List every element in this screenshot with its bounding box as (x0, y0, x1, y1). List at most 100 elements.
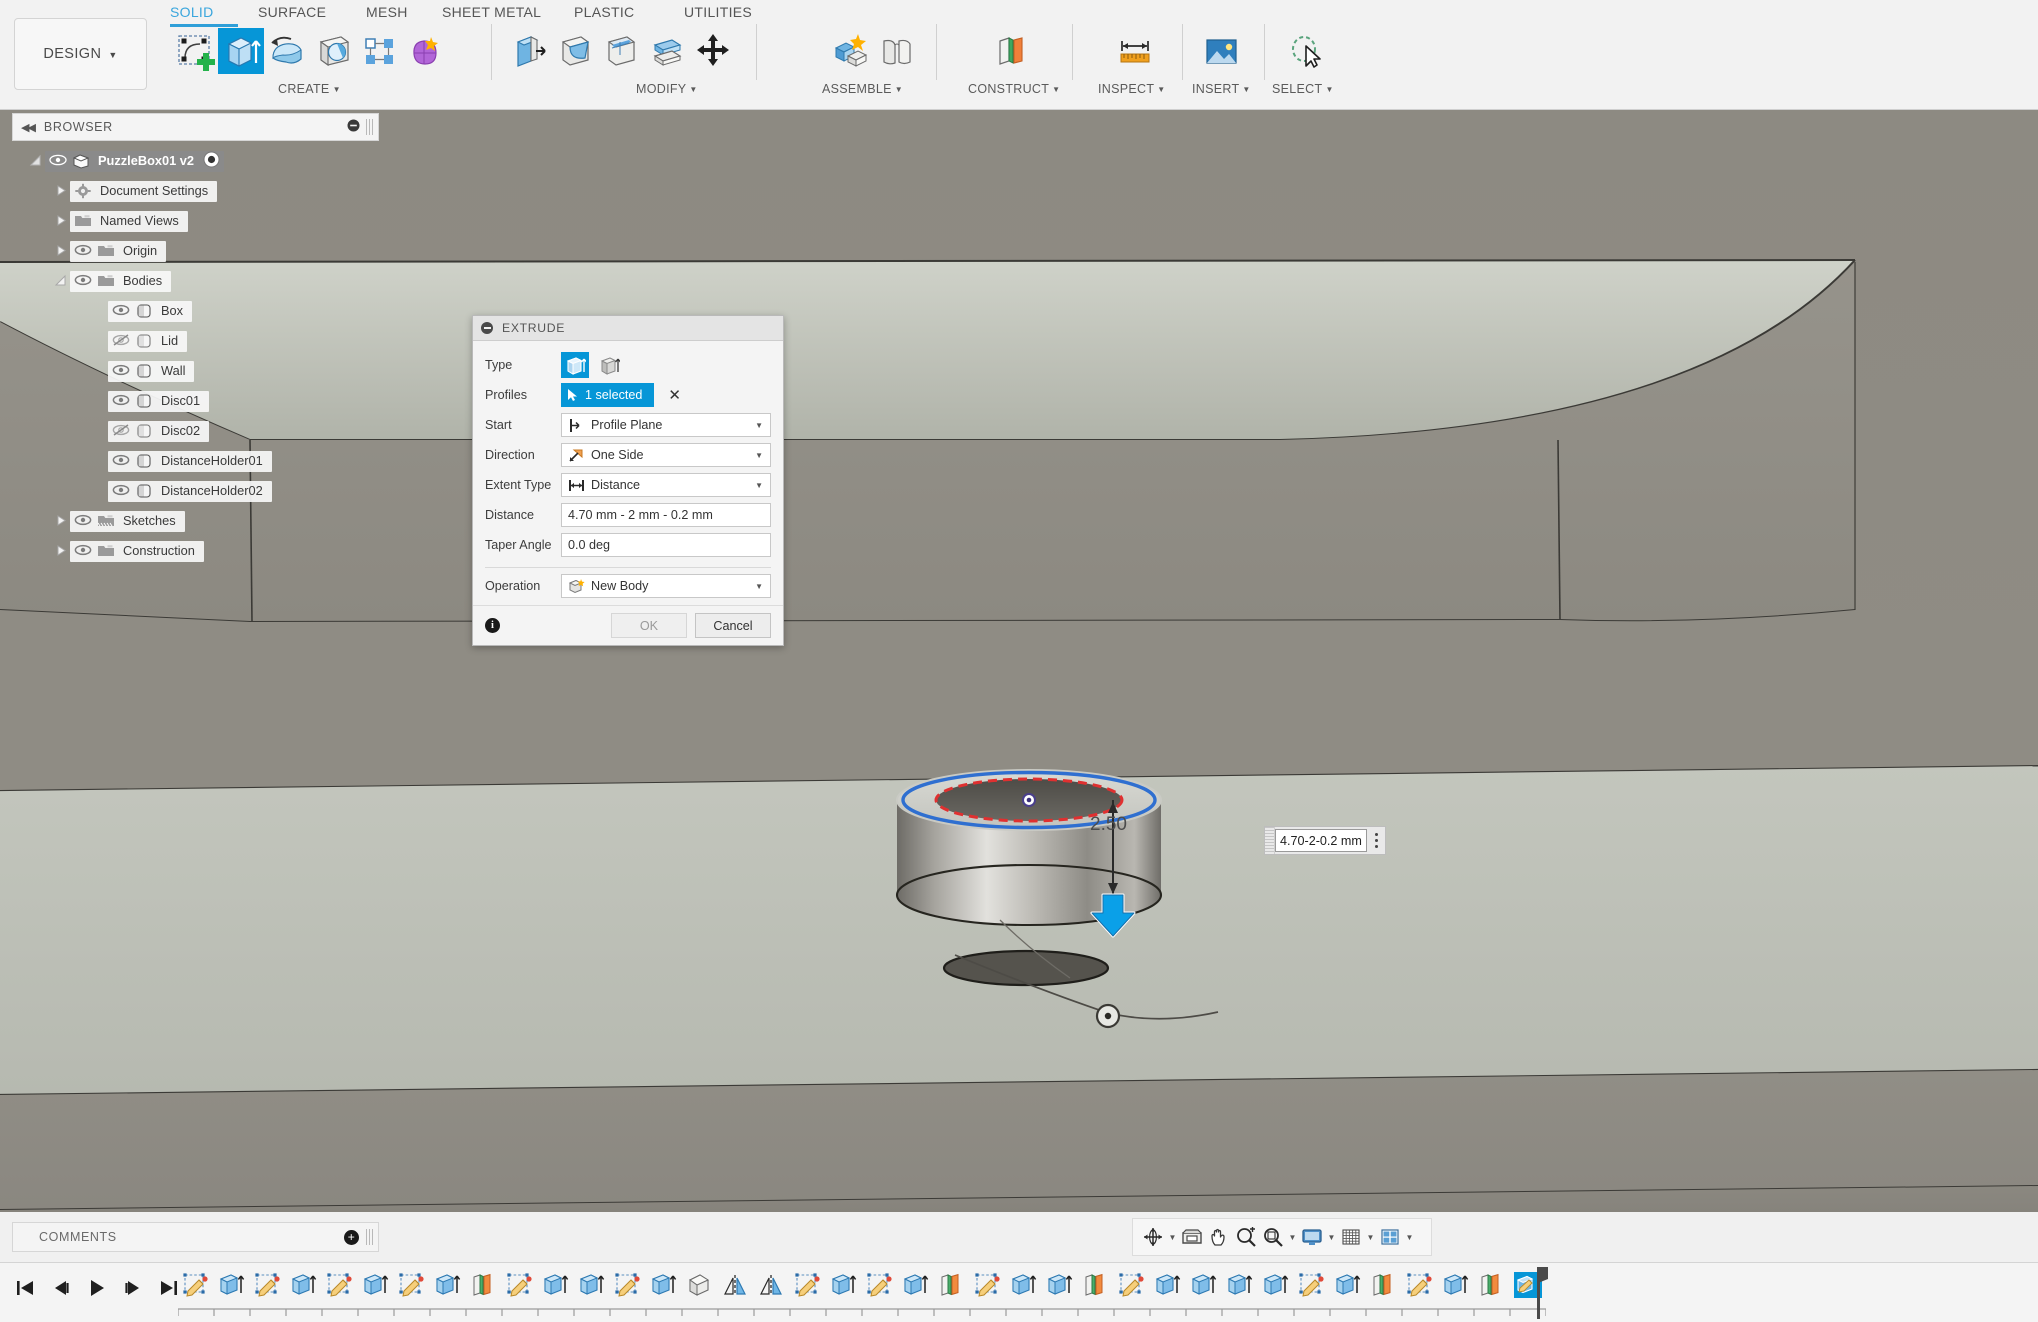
timeline-feature-28[interactable] (1186, 1267, 1222, 1307)
pattern-button[interactable] (356, 28, 402, 74)
timeline-end-marker[interactable] (1536, 1267, 1548, 1319)
expand-arrow-collapsed-icon[interactable] (54, 184, 70, 198)
grid-snaps-icon[interactable] (1338, 1224, 1364, 1250)
chevron-down-icon[interactable]: ▼ (755, 481, 763, 490)
construct-plane-button[interactable] (988, 28, 1034, 74)
tree-item-document-settings[interactable]: Document Settings (70, 180, 218, 202)
timeline-feature-4[interactable] (322, 1267, 358, 1307)
display-settings-icon[interactable] (1299, 1224, 1325, 1250)
timeline-feature-8[interactable] (466, 1267, 502, 1307)
activate-component-radio[interactable] (203, 151, 220, 171)
extrude-button[interactable] (218, 28, 264, 74)
collapse-left-icon[interactable]: ◀◀ (21, 121, 36, 134)
timeline-feature-36[interactable] (1474, 1267, 1510, 1307)
collapse-dialog-icon[interactable] (481, 322, 493, 334)
tab-surface[interactable]: SURFACE (258, 4, 326, 20)
browser-panel-header[interactable]: ◀◀ BROWSER (12, 113, 379, 141)
timeline-feature-24[interactable] (1042, 1267, 1078, 1307)
visibility-eye-icon[interactable] (112, 484, 132, 498)
zoom-caret-icon[interactable]: ▼ (1287, 1233, 1298, 1242)
timeline-feature-23[interactable] (1006, 1267, 1042, 1307)
tree-item-origin[interactable]: Origin (70, 240, 167, 262)
start-dropdown[interactable]: Profile Plane ▼ (561, 413, 771, 437)
add-comment-icon[interactable]: + (344, 1229, 359, 1245)
timeline-feature-32[interactable] (1330, 1267, 1366, 1307)
visibility-eye-icon[interactable] (74, 514, 94, 528)
tree-row[interactable]: Disc02 (12, 416, 382, 446)
timeline-feature-9[interactable] (502, 1267, 538, 1307)
step-back-icon[interactable] (44, 1271, 78, 1305)
timeline-feature-35[interactable] (1438, 1267, 1474, 1307)
tree-item-disc01[interactable]: Disc01 (108, 390, 210, 412)
direction-dropdown[interactable]: One Side ▼ (561, 443, 771, 467)
dimension-value-input[interactable] (1275, 829, 1367, 852)
visibility-eye-off-icon[interactable] (112, 424, 132, 438)
tree-row[interactable]: Box (12, 296, 382, 326)
timeline-feature-33[interactable] (1366, 1267, 1402, 1307)
tree-item-disc02[interactable]: Disc02 (108, 420, 210, 442)
tab-utilities[interactable]: UTILITIES (684, 4, 752, 20)
timeline-feature-26[interactable] (1114, 1267, 1150, 1307)
timeline-feature-18[interactable] (826, 1267, 862, 1307)
expand-arrow-collapsed-icon[interactable] (54, 544, 70, 558)
timeline-feature-2[interactable] (250, 1267, 286, 1307)
insert-image-button[interactable] (1198, 28, 1244, 74)
zoom-window-icon[interactable] (1260, 1224, 1286, 1250)
visibility-eye-icon[interactable] (112, 364, 132, 378)
move-copy-button[interactable] (690, 28, 736, 74)
tree-row[interactable]: Sketches (12, 506, 382, 536)
timeline-feature-10[interactable] (538, 1267, 574, 1307)
create-group-label[interactable]: CREATE ▼ (278, 82, 341, 96)
tree-item-sketches[interactable]: Sketches (70, 510, 185, 532)
insert-group-label[interactable]: INSERT ▼ (1192, 82, 1251, 96)
timeline-feature-22[interactable] (970, 1267, 1006, 1307)
timeline-feature-5[interactable] (358, 1267, 394, 1307)
tab-mesh[interactable]: MESH (366, 4, 408, 20)
visibility-eye-icon[interactable] (112, 304, 132, 318)
timeline-feature-13[interactable] (646, 1267, 682, 1307)
visibility-eye-icon[interactable] (112, 394, 132, 408)
grid-caret-icon[interactable]: ▼ (1365, 1233, 1376, 1242)
type-thin-button[interactable] (595, 352, 623, 378)
tree-row[interactable]: Disc01 (12, 386, 382, 416)
ok-button[interactable]: OK (611, 613, 687, 638)
visibility-eye-icon[interactable] (74, 544, 94, 558)
clear-selection-icon[interactable]: ✕ (668, 388, 681, 403)
step-forward-icon[interactable] (116, 1271, 150, 1305)
timeline-feature-0[interactable] (178, 1267, 214, 1307)
timeline-feature-7[interactable] (430, 1267, 466, 1307)
timeline-feature-19[interactable] (862, 1267, 898, 1307)
cancel-button[interactable]: Cancel (695, 613, 771, 638)
workspace-switcher-button[interactable]: DESIGN ▼ (14, 18, 147, 90)
timeline-feature-31[interactable] (1294, 1267, 1330, 1307)
sweep-button[interactable] (310, 28, 356, 74)
construct-group-label[interactable]: CONSTRUCT ▼ (968, 82, 1060, 96)
create-sketch-button[interactable] (172, 28, 218, 74)
timeline-feature-20[interactable] (898, 1267, 934, 1307)
tree-row[interactable]: Named Views (12, 206, 382, 236)
expand-arrow-expanded-icon[interactable] (54, 274, 70, 288)
new-component-button[interactable] (828, 28, 874, 74)
tree-item-distanceholder01[interactable]: DistanceHolder01 (108, 450, 272, 472)
pan-icon[interactable] (1206, 1224, 1232, 1250)
tab-plastic[interactable]: PLASTIC (574, 4, 634, 20)
tree-row[interactable]: Wall (12, 356, 382, 386)
revolve-button[interactable] (264, 28, 310, 74)
create-form-button[interactable] (402, 28, 448, 74)
type-solid-button[interactable] (561, 352, 589, 378)
select-group-label[interactable]: SELECT ▼ (1272, 82, 1334, 96)
timeline-feature-27[interactable] (1150, 1267, 1186, 1307)
timeline-feature-15[interactable] (718, 1267, 754, 1307)
comments-panel-header[interactable]: COMMENTS + (12, 1222, 379, 1252)
extrude-dialog[interactable]: EXTRUDE Type Profiles 1 selected ✕ Start… (472, 315, 784, 646)
timeline-feature-17[interactable] (790, 1267, 826, 1307)
distance-input[interactable]: 4.70 mm - 2 mm - 0.2 mm (561, 503, 771, 527)
info-icon[interactable]: i (485, 618, 500, 633)
orbit-caret-icon[interactable]: ▼ (1167, 1233, 1178, 1242)
inspect-group-label[interactable]: INSPECT ▼ (1098, 82, 1166, 96)
timeline-feature-6[interactable] (394, 1267, 430, 1307)
timeline-feature-34[interactable] (1402, 1267, 1438, 1307)
visibility-eye-off-icon[interactable] (112, 334, 132, 348)
joint-button[interactable] (874, 28, 920, 74)
timeline-feature-12[interactable] (610, 1267, 646, 1307)
